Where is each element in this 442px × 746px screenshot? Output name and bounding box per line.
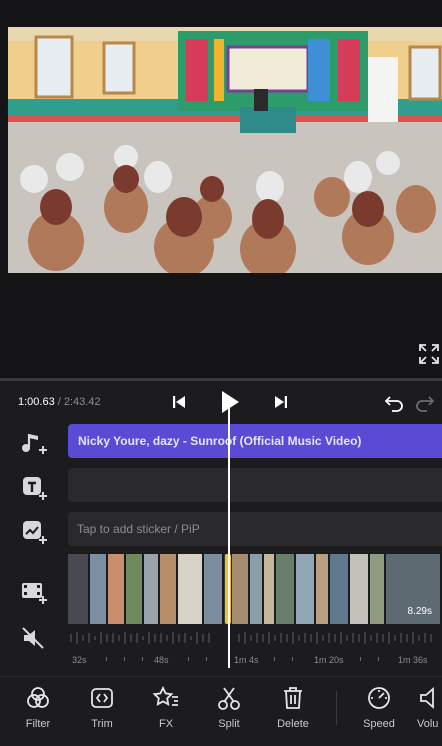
- filter-label: Filter: [25, 718, 51, 730]
- ruler-tick: [188, 657, 189, 661]
- timeline-ruler: 32s 48s 1m 4s 1m 20s 1m 36s: [68, 652, 442, 670]
- trim-label: Trim: [91, 718, 113, 730]
- ruler-tick: [360, 657, 361, 661]
- total-time: 2:43.42: [63, 396, 101, 408]
- ruler-label: 1m 20s: [314, 655, 344, 665]
- sticker-add-icon[interactable]: [20, 518, 48, 546]
- undo-icon[interactable]: [383, 391, 405, 413]
- video-clip[interactable]: [178, 554, 204, 624]
- filter-icon: [27, 687, 49, 708]
- fullscreen-icon[interactable]: [418, 343, 440, 365]
- mute-icon[interactable]: [20, 624, 48, 652]
- video-clip[interactable]: [126, 554, 144, 624]
- video-clip[interactable]: [108, 554, 126, 624]
- video-clip[interactable]: [144, 554, 160, 624]
- sticker-track[interactable]: Tap to add sticker / PiP: [68, 512, 442, 546]
- video-clip[interactable]: [160, 554, 178, 624]
- speed-button[interactable]: Speed: [349, 685, 409, 730]
- video-add-icon[interactable]: [20, 578, 48, 606]
- split-button[interactable]: Split: [199, 685, 259, 730]
- ruler-tick: [142, 657, 143, 661]
- video-clip[interactable]: [250, 554, 264, 624]
- volume-label: Volu: [417, 718, 439, 730]
- video-clip[interactable]: [330, 554, 350, 624]
- video-clip[interactable]: [68, 554, 90, 624]
- text-add-icon[interactable]: [20, 474, 48, 502]
- speed-label: Speed: [363, 718, 395, 730]
- trim-button[interactable]: Trim: [72, 685, 132, 730]
- ruler-label: 1m 4s: [234, 655, 259, 665]
- audio-waveform: [68, 628, 442, 648]
- bottom-toolbar: Filter Trim FX Split Delete Speed Volu: [0, 676, 442, 746]
- speed-icon: [368, 687, 390, 709]
- toolbar-separator: [336, 691, 337, 725]
- ruler-label: 1m 36s: [398, 655, 428, 665]
- time-readout: 1:00.63 / 2:43.42: [18, 396, 101, 408]
- sticker-placeholder: Tap to add sticker / PiP: [77, 522, 200, 536]
- trim-icon: [91, 688, 113, 708]
- video-frame[interactable]: [8, 27, 442, 273]
- ruler-tick: [378, 657, 379, 661]
- skip-forward-icon[interactable]: [270, 391, 292, 413]
- ruler-tick: [274, 657, 275, 661]
- volume-icon: [420, 687, 434, 709]
- ruler-tick: [106, 657, 107, 661]
- delete-label: Delete: [277, 718, 309, 730]
- music-add-icon[interactable]: [20, 430, 48, 458]
- ruler-tick: [124, 657, 125, 661]
- clip-duration: 8.29s: [407, 606, 432, 617]
- split-icon: [218, 687, 240, 710]
- ruler-tick: [292, 657, 293, 661]
- fx-icon: [152, 685, 178, 706]
- ruler-label: 48s: [154, 655, 169, 665]
- video-clip[interactable]: [90, 554, 108, 624]
- video-clip-strip[interactable]: 8.29s: [68, 554, 442, 624]
- delete-button[interactable]: Delete: [263, 685, 323, 730]
- video-clip[interactable]: [316, 554, 330, 624]
- video-clip[interactable]: [296, 554, 316, 624]
- video-clip[interactable]: [276, 554, 296, 624]
- current-time: 1:00.63: [18, 396, 55, 408]
- music-track-title: Nicky Youre, dazy - Sunroof (Official Mu…: [78, 434, 362, 448]
- ruler-tick: [206, 657, 207, 661]
- time-separator: /: [54, 396, 64, 408]
- split-label: Split: [218, 718, 240, 730]
- skip-back-icon[interactable]: [168, 391, 190, 413]
- volume-button[interactable]: Volu: [413, 685, 442, 730]
- filter-button[interactable]: Filter: [8, 685, 68, 730]
- video-clip[interactable]: 8.29s: [386, 554, 442, 624]
- fx-label: FX: [158, 718, 174, 730]
- redo-icon[interactable]: [414, 391, 436, 413]
- video-clip[interactable]: [232, 554, 250, 624]
- video-clip[interactable]: [204, 554, 224, 624]
- fx-button[interactable]: FX: [136, 685, 196, 730]
- music-track[interactable]: Nicky Youre, dazy - Sunroof (Official Mu…: [68, 424, 442, 458]
- video-clip[interactable]: [264, 554, 276, 624]
- classroom-scene: [8, 27, 442, 273]
- video-clip[interactable]: [370, 554, 386, 624]
- playhead[interactable]: [228, 408, 230, 668]
- delete-icon: [284, 687, 302, 709]
- text-track[interactable]: [68, 468, 442, 502]
- ruler-label: 32s: [72, 655, 87, 665]
- video-clip[interactable]: [350, 554, 370, 624]
